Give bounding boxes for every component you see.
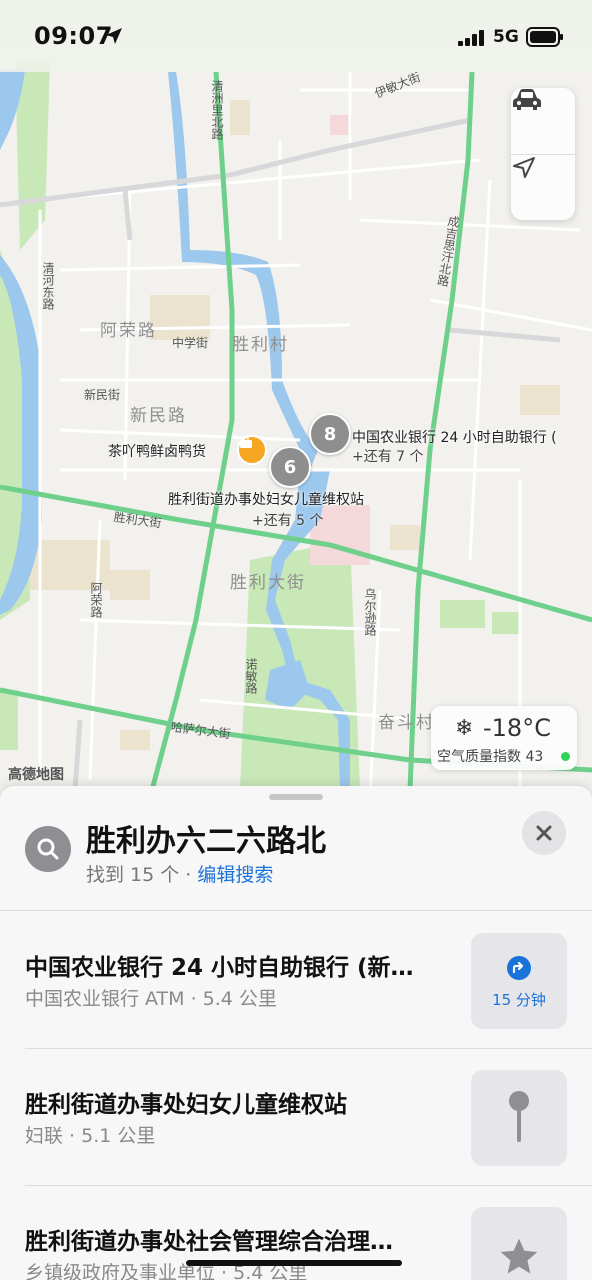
temperature: -18°C [483, 714, 551, 742]
aqi-text: 空气质量指数 43 [437, 749, 544, 765]
home-indicator[interactable] [186, 1260, 402, 1266]
search-query-title: 胜利办六二六路北 [86, 824, 326, 859]
area-label-fendou: 奋斗村 [378, 713, 435, 733]
close-icon [536, 825, 552, 841]
travel-time: 15 分钟 [492, 991, 546, 1009]
pin-icon [509, 1091, 529, 1142]
road-label-xinmin: 新民街 [84, 388, 121, 402]
map-view[interactable]: 清河东路 清洲里北路 伊敏大街 成吉思汗北路 中学街 新民街 胜利大街 阿荣路 … [0, 0, 592, 820]
status-time: 09:07 [34, 22, 113, 50]
pin-button[interactable] [471, 1070, 567, 1166]
location-arrow-icon[interactable] [511, 155, 575, 221]
result-title: 胜利街道办事处社会管理综合治理… [25, 1229, 393, 1255]
cluster-more[interactable]: +还有 5 个 [252, 510, 324, 530]
snowflake-icon: ❄ [455, 716, 474, 741]
poi-label-shop[interactable]: 茶吖鸭鲜卤鸭货 [108, 441, 206, 461]
results-count: 找到 15 个 · 编辑搜索 [86, 860, 273, 887]
result-title: 胜利街道办事处妇女儿童维权站 [25, 1092, 347, 1118]
row-divider [25, 1185, 592, 1186]
edit-search-link[interactable]: 编辑搜索 [197, 864, 273, 886]
road-label-qingzhou-north: 清洲里北路 [210, 80, 224, 140]
search-icon [25, 826, 71, 872]
area-label-shengli-street: 胜利大街 [230, 573, 306, 593]
star-icon [500, 1238, 538, 1274]
result-subtitle: 妇联 · 5.1 公里 [25, 1125, 156, 1147]
area-label-arong: 阿荣路 [100, 321, 157, 341]
map-attribution: 高德地图 [8, 767, 64, 783]
favorite-button[interactable] [471, 1207, 567, 1280]
found-count-text: 找到 15 个 · [86, 864, 198, 886]
cellular-signal-icon [458, 30, 484, 46]
directions-arrow-icon [507, 956, 531, 980]
cluster-marker[interactable]: 8 [309, 413, 351, 455]
map-canvas[interactable] [0, 0, 592, 820]
result-title: 中国农业银行 24 小时自助银行 (新… [25, 955, 414, 981]
header-divider [0, 910, 592, 911]
row-divider [25, 1048, 592, 1049]
directions-button[interactable]: 15 分钟 [471, 933, 567, 1029]
area-label-shengli-village: 胜利村 [232, 335, 289, 355]
road-label-wuerxun: 乌尔逊路 [363, 588, 377, 636]
weather-widget[interactable]: ❄ -18°C 空气质量指数 43 [431, 706, 577, 770]
result-subtitle: 中国农业银行 ATM · 5.4 公里 [25, 988, 277, 1010]
location-services-icon [106, 28, 122, 44]
cluster-marker[interactable]: 6 [269, 446, 311, 488]
car-icon[interactable] [511, 88, 575, 154]
network-type: 5G [493, 27, 519, 47]
results-sheet[interactable]: 胜利办六二六路北 找到 15 个 · 编辑搜索 中国农业银行 24 小时自助银行… [0, 786, 592, 1280]
cluster-title[interactable]: 中国农业银行 24 小时自助银行 ( [352, 427, 592, 447]
cluster-title[interactable]: 胜利街道办事处妇女儿童维权站 [168, 489, 364, 509]
road-label-nuomin: 诺敏路 [244, 658, 258, 694]
sheet-grabber[interactable] [269, 794, 323, 800]
map-controls [511, 88, 575, 220]
status-bar: 09:07 5G [0, 0, 592, 72]
road-label-zhongxue: 中学街 [172, 336, 209, 350]
road-label-arong: 阿荣路 [89, 582, 103, 618]
cluster-more[interactable]: +还有 7 个 [352, 446, 424, 466]
road-label-qinghe-east: 清河东路 [41, 262, 55, 310]
briefcase-icon[interactable] [237, 435, 267, 465]
aqi-status-dot [561, 752, 570, 761]
battery-icon [526, 27, 563, 47]
close-button[interactable] [522, 811, 566, 855]
area-label-xinmin-road: 新民路 [130, 406, 187, 426]
